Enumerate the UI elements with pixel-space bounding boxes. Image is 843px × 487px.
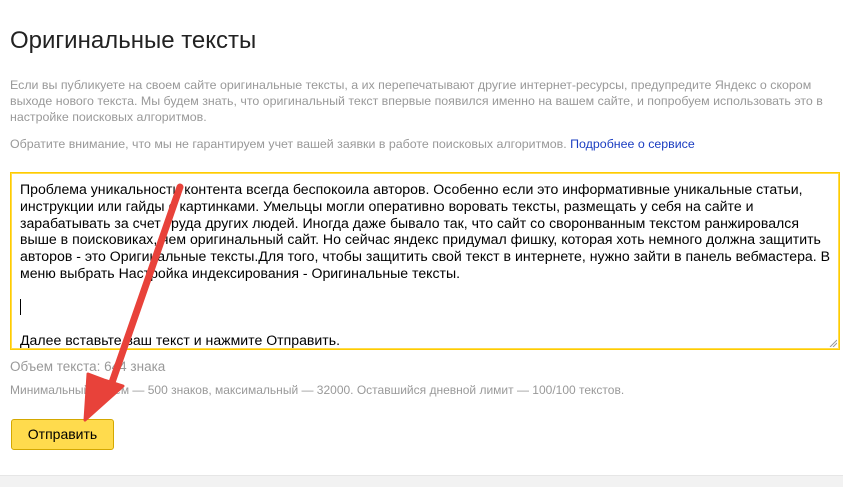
limits-info: Минимальный объем — 500 знаков, максимал… bbox=[10, 383, 625, 397]
notice-text: Обратите внимание, что мы не гарантируем… bbox=[10, 137, 567, 151]
original-text-textarea[interactable]: Проблема уникальности контента всегда бе… bbox=[10, 172, 840, 350]
page-title: Оригинальные тексты bbox=[10, 27, 257, 54]
editor-empty-line bbox=[20, 298, 831, 316]
text-cursor bbox=[20, 299, 21, 316]
footer-divider bbox=[0, 475, 843, 487]
resize-handle-icon[interactable] bbox=[829, 339, 837, 347]
original-texts-page: Оригинальные тексты Если вы публикуете н… bbox=[0, 0, 843, 487]
notice-line: Обратите внимание, что мы не гарантируем… bbox=[10, 136, 695, 152]
editor-paragraph-1: Проблема уникальности контента всегда бе… bbox=[20, 181, 834, 281]
service-details-link[interactable]: Подробнее о сервисе bbox=[570, 137, 695, 151]
submit-button[interactable]: Отправить bbox=[11, 419, 114, 450]
intro-text: Если вы публикуете на своем сайте оригин… bbox=[10, 78, 823, 124]
text-length-counter: Объем текста: 644 знака bbox=[10, 359, 166, 374]
editor-paragraph-2: Далее вставьте ваш текст и нажмите Отпра… bbox=[20, 332, 341, 349]
